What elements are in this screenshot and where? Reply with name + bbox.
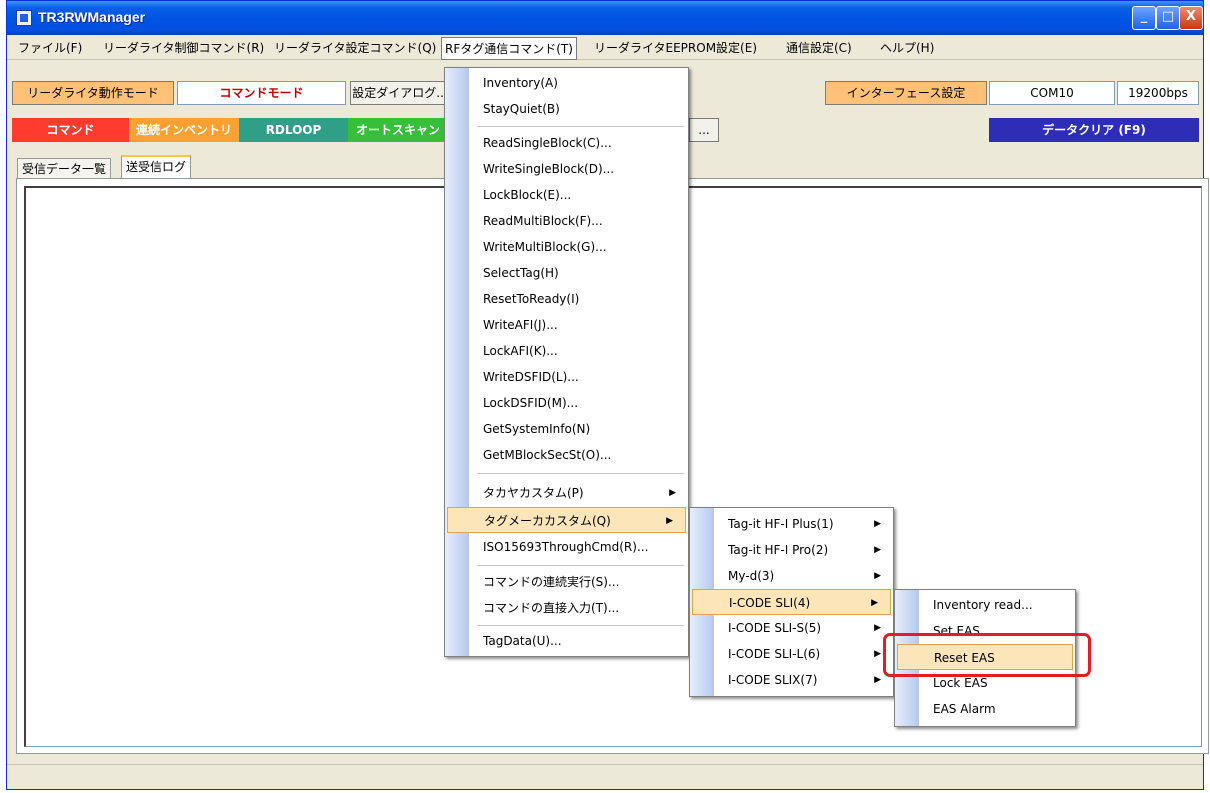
minimize-button[interactable]: _ — [1132, 6, 1156, 30]
command-button[interactable]: コマンド — [12, 118, 129, 142]
menu-item-selecttag[interactable]: SelectTag(H) — [445, 260, 688, 286]
submenu-arrow-icon: ▶ — [666, 516, 673, 526]
submenu-arrow-icon: ▶ — [874, 649, 881, 659]
tab-send-receive-log[interactable]: 送受信ログ — [121, 155, 192, 180]
tab-received-data[interactable]: 受信データ一覧 — [17, 158, 112, 179]
menu-item-takaya-custom[interactable]: タカヤカスタム(P) ▶ — [445, 480, 688, 506]
data-clear-button[interactable]: データクリア (F9) — [989, 118, 1199, 142]
status-bar — [7, 764, 1203, 789]
window-title: TR3RWManager — [38, 9, 146, 25]
submenu-arrow-icon: ▶ — [669, 488, 676, 498]
menu-item-writesingleblock[interactable]: WriteSingleBlock(D)... — [445, 156, 688, 182]
menu-item-tagdata[interactable]: TagData(U)... — [445, 628, 688, 654]
interface-label: インターフェース設定 — [825, 81, 987, 105]
menu-separator — [477, 473, 684, 474]
menu-item-icode-sli-s[interactable]: I-CODE SLI-S(5) ▶ — [690, 615, 893, 641]
menu-item-writedsfid[interactable]: WriteDSFID(L)... — [445, 364, 688, 390]
menu-item-lockdsfid[interactable]: LockDSFID(M)... — [445, 390, 688, 416]
menu-item-tag-maker-custom[interactable]: タグメーカカスタム(Q) ▶ — [447, 507, 686, 533]
menu-item-iso15693-through[interactable]: ISO15693ThroughCmd(R)... — [445, 534, 688, 560]
menu-item-lockblock[interactable]: LockBlock(E)... — [445, 182, 688, 208]
tag-maker-submenu: Tag-it HF-I Plus(1) ▶ Tag-it HF-I Pro(2) ▶… — [689, 507, 894, 697]
menu-file[interactable]: ファイル(F) — [15, 39, 85, 56]
menu-item-lockafi[interactable]: LockAFI(K)... — [445, 338, 688, 364]
submenu-arrow-icon: ▶ — [874, 545, 881, 555]
menu-item-eas-alarm[interactable]: EAS Alarm — [895, 696, 1075, 722]
submenu-arrow-icon: ▶ — [871, 598, 878, 608]
submenu-arrow-icon: ▶ — [874, 519, 881, 529]
menu-item-inventory-read[interactable]: Inventory read... — [895, 592, 1075, 618]
menu-item-tagit-pro[interactable]: Tag-it HF-I Pro(2) ▶ — [690, 537, 893, 563]
menu-separator — [477, 565, 684, 566]
menu-item-stayquiet[interactable]: StayQuiet(B) — [445, 96, 688, 122]
menu-item-icode-sli-l[interactable]: I-CODE SLI-L(6) ▶ — [690, 641, 893, 667]
rf-tag-menu: Inventory(A) StayQuiet(B) ReadSingleBloc… — [444, 67, 689, 657]
close-button[interactable]: X — [1179, 6, 1203, 30]
menu-item-direct-input[interactable]: コマンドの直接入力(T)... — [445, 595, 688, 621]
menu-item-myd[interactable]: My-d(3) ▶ — [690, 563, 893, 589]
mode-label: リーダライタ動作モード — [12, 81, 174, 105]
menu-item-icode-slix[interactable]: I-CODE SLIX(7) ▶ — [690, 667, 893, 693]
menu-item-getmblocksecst[interactable]: GetMBlockSecSt(O)... — [445, 442, 688, 468]
menu-separator — [477, 126, 684, 127]
menu-item-writeafi[interactable]: WriteAFI(J)... — [445, 312, 688, 338]
rdloop-button[interactable]: RDLOOP — [239, 118, 348, 142]
menu-rf-tag-commands[interactable]: RFタグ通信コマンド(T) — [441, 37, 577, 60]
menu-item-readsingleblock[interactable]: ReadSingleBlock(C)... — [445, 130, 688, 156]
menu-item-readmultiblock[interactable]: ReadMultiBlock(F)... — [445, 208, 688, 234]
menu-rw-settings[interactable]: リーダライタ設定コマンド(Q) — [271, 39, 439, 56]
hidden-dialog-button[interactable]: ... — [689, 118, 719, 142]
menu-item-writemultiblock[interactable]: WriteMultiBlock(G)... — [445, 234, 688, 260]
menu-comm-settings[interactable]: 通信設定(C) — [783, 39, 855, 56]
mode-value: コマンドモード — [177, 81, 346, 105]
app-icon — [16, 10, 32, 26]
menu-item-icode-sli[interactable]: I-CODE SLI(4) ▶ — [692, 589, 891, 615]
menu-item-getsysteminfo[interactable]: GetSystemInfo(N) — [445, 416, 688, 442]
menu-bar: ファイル(F) リーダライタ制御コマンド(R) リーダライタ設定コマンド(Q) … — [7, 35, 1203, 60]
menu-item-continuous-exec[interactable]: コマンドの連続実行(S)... — [445, 569, 688, 595]
settings-dialog-button[interactable]: 設定ダイアログ... — [350, 81, 450, 105]
maximize-button[interactable]: □ — [1156, 6, 1180, 30]
port-field: COM10 — [989, 81, 1115, 105]
submenu-arrow-icon: ▶ — [874, 571, 881, 581]
autoscan-button[interactable]: オートスキャン — [348, 118, 448, 142]
menu-separator — [477, 625, 684, 626]
highlight-annotation-box — [883, 633, 1091, 677]
title-bar[interactable]: TR3RWManager _ □ X — [7, 1, 1203, 35]
menu-item-inventory[interactable]: Inventory(A) — [445, 70, 688, 96]
menu-help[interactable]: ヘルプ(H) — [877, 39, 937, 56]
menu-eeprom[interactable]: リーダライタEEPROM設定(E) — [591, 39, 760, 56]
menu-rw-control[interactable]: リーダライタ制御コマンド(R) — [100, 39, 267, 56]
submenu-arrow-icon: ▶ — [874, 623, 881, 633]
baud-field: 19200bps — [1117, 81, 1199, 105]
continuous-inventory-button[interactable]: 連続インベントリ — [129, 118, 239, 142]
menu-item-tagit-plus[interactable]: Tag-it HF-I Plus(1) ▶ — [690, 511, 893, 537]
submenu-arrow-icon: ▶ — [874, 675, 881, 685]
menu-item-resettoready[interactable]: ResetToReady(I) — [445, 286, 688, 312]
